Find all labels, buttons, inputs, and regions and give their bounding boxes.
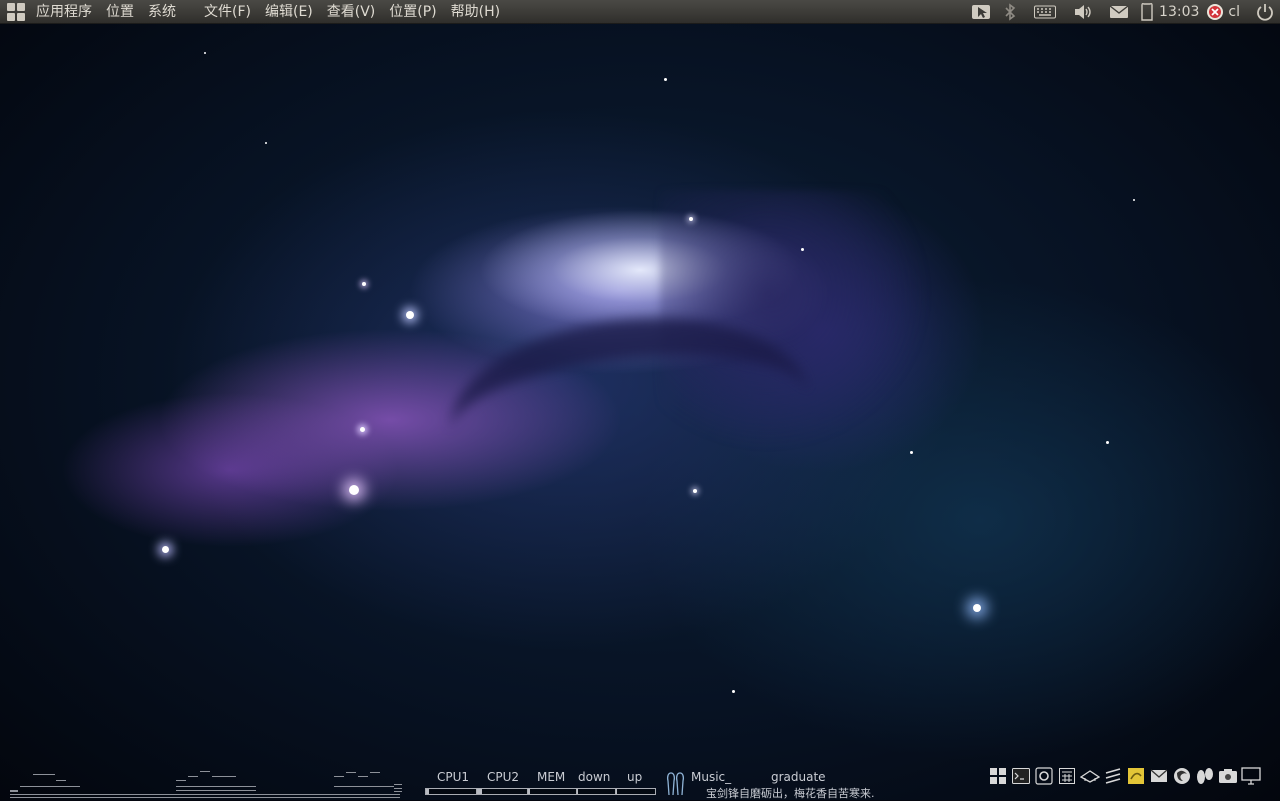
- quote-text: 宝剑锋自磨砺出，梅花香自苦寒来.: [706, 787, 875, 800]
- up-meter: [615, 788, 656, 795]
- mem-label: MEM: [537, 770, 566, 784]
- visualizer-bar: [394, 784, 402, 785]
- star: [664, 78, 667, 81]
- visualizer-bar: [394, 788, 402, 789]
- music-label: Music_: [691, 770, 732, 784]
- monitor-icon[interactable]: [1239, 766, 1262, 786]
- visualizer-bar: [20, 786, 80, 787]
- visualizer-bar: [176, 790, 256, 791]
- top-panel: 应用程序 位置 系统 文件(F) 编辑(E) 查看(V) 位置(P) 帮助(H)…: [0, 0, 1280, 24]
- camera-icon[interactable]: [1216, 766, 1239, 786]
- visualizer-bar: [358, 776, 368, 777]
- visualizer-bar: [10, 794, 400, 795]
- dock: [986, 766, 1262, 786]
- down-meter-fill: [577, 789, 578, 794]
- mem-meter-fill: [528, 789, 530, 794]
- star: [973, 604, 981, 612]
- network-icon[interactable]: [1101, 766, 1124, 786]
- star: [360, 427, 365, 432]
- firefox-icon[interactable]: [1170, 766, 1193, 786]
- star: [349, 485, 359, 495]
- visualizer-bar: [334, 776, 344, 777]
- visualizer-bar: [10, 790, 18, 792]
- menu-view[interactable]: 查看(V): [320, 0, 383, 24]
- menu-help[interactable]: 帮助(H): [444, 0, 507, 24]
- music-figures-icon: [666, 771, 686, 801]
- clock[interactable]: 13:03: [1157, 0, 1205, 24]
- star: [265, 142, 267, 144]
- settings-icon[interactable]: [1032, 766, 1055, 786]
- visualizer-bar: [346, 772, 356, 773]
- star: [1133, 199, 1135, 201]
- screenshot-cursor-icon[interactable]: [967, 0, 995, 24]
- star: [910, 451, 913, 454]
- cpu2-meter: [476, 788, 528, 795]
- star: [362, 282, 366, 286]
- star: [689, 217, 693, 221]
- audio-visualizer: [0, 766, 410, 800]
- menu-applications[interactable]: 应用程序: [29, 0, 99, 24]
- menu-system[interactable]: 系统: [141, 0, 183, 24]
- star: [1106, 441, 1109, 444]
- volume-icon[interactable]: [1065, 0, 1101, 24]
- visualizer-bar: [212, 776, 236, 777]
- applications-grid-icon[interactable]: [7, 2, 25, 21]
- user-name[interactable]: cl: [1225, 0, 1250, 24]
- calculator-icon[interactable]: [1055, 766, 1078, 786]
- mail-icon[interactable]: [1101, 0, 1137, 24]
- cpu2-meter-fill: [477, 789, 482, 794]
- bluetooth-icon[interactable]: [995, 0, 1025, 24]
- track-title: graduate: [770, 770, 826, 784]
- visualizer-bar: [176, 786, 256, 787]
- offline-status-icon[interactable]: [1205, 0, 1225, 24]
- indicator-area: 13:03 cl: [967, 0, 1280, 24]
- star: [693, 489, 697, 493]
- menu-places[interactable]: 位置: [99, 0, 141, 24]
- people-icon[interactable]: [1193, 766, 1216, 786]
- notes-icon[interactable]: [1124, 766, 1147, 786]
- visualizer-bar: [56, 780, 66, 781]
- mem-meter: [527, 788, 577, 795]
- music-now-playing: Music_ graduate: [691, 770, 826, 784]
- menu-go[interactable]: 位置(P): [382, 0, 443, 24]
- star: [406, 311, 414, 319]
- cpu1-meter-fill: [426, 789, 429, 794]
- star: [732, 690, 735, 693]
- visualizer-bar: [176, 780, 186, 781]
- cpu2-label: CPU2: [487, 770, 520, 784]
- up-label: up: [627, 770, 643, 784]
- show-desktop-icon[interactable]: [986, 766, 1009, 786]
- up-meter-fill: [616, 789, 617, 794]
- visualizer-bar: [394, 791, 402, 792]
- visualizer-bar: [334, 786, 394, 787]
- power-icon[interactable]: [1250, 0, 1280, 24]
- desktop-wallpaper: [0, 0, 1280, 800]
- down-meter: [576, 788, 616, 795]
- keyboard-icon[interactable]: [1025, 0, 1065, 24]
- cpu1-label: CPU1: [437, 770, 470, 784]
- menu-edit[interactable]: 编辑(E): [258, 0, 320, 24]
- visualizer-bar: [370, 772, 380, 773]
- menu-file[interactable]: 文件(F): [197, 0, 258, 24]
- terminal-icon[interactable]: [1009, 766, 1032, 786]
- star: [204, 52, 206, 54]
- mail-icon[interactable]: [1147, 766, 1170, 786]
- cpu1-meter: [425, 788, 477, 795]
- visualizer-bar: [188, 776, 198, 777]
- visualizer-bar: [200, 771, 210, 772]
- hat-icon[interactable]: [1078, 766, 1101, 786]
- battery-icon[interactable]: [1137, 0, 1157, 24]
- panel-menu-bar: 应用程序 位置 系统 文件(F) 编辑(E) 查看(V) 位置(P) 帮助(H): [0, 0, 507, 24]
- visualizer-bar: [10, 797, 400, 798]
- down-label: down: [578, 770, 611, 784]
- star: [162, 546, 169, 553]
- star: [801, 248, 804, 251]
- visualizer-bar: [33, 774, 55, 775]
